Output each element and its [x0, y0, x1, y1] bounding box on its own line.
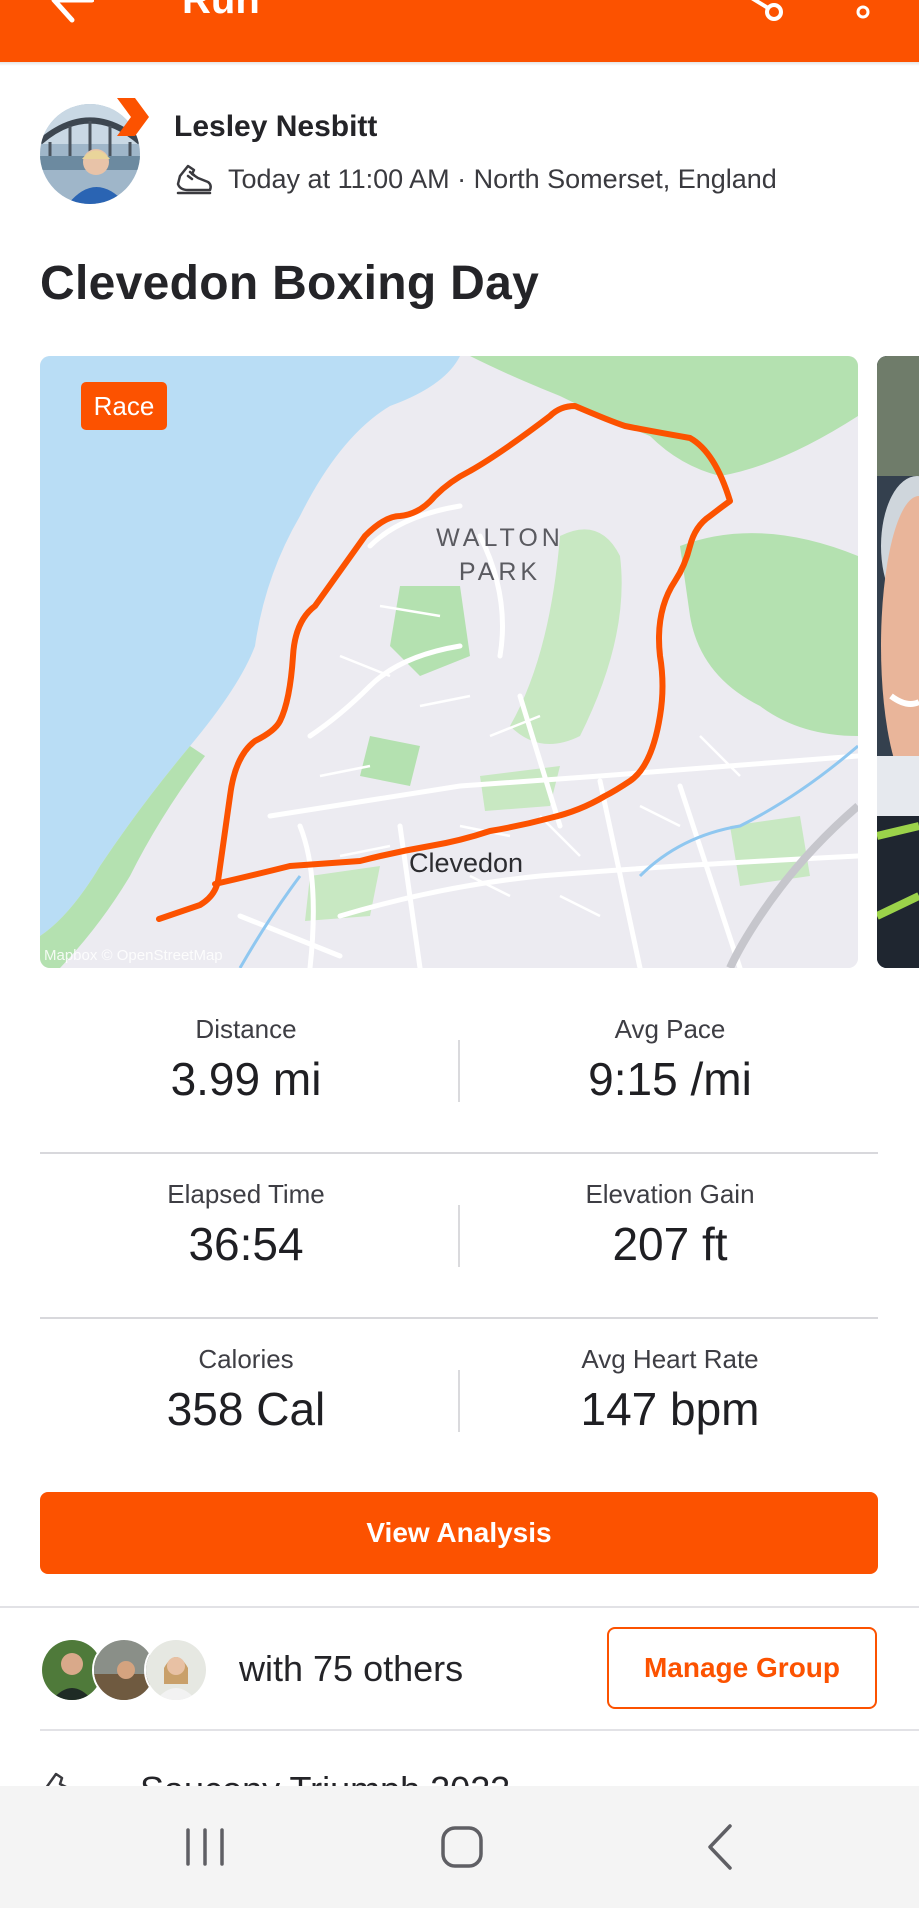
- activity-meta-text: Today at 11:00 AM · North Somerset, Engl…: [228, 164, 777, 194]
- group-member-avatar: [144, 1638, 208, 1702]
- back-icon[interactable]: [686, 1816, 756, 1878]
- photo-thumbnail-graphic: [877, 356, 919, 968]
- map-label-clevedon: Clevedon: [409, 848, 523, 878]
- more-vertical-icon[interactable]: [850, 0, 876, 22]
- view-analysis-button[interactable]: View Analysis: [40, 1492, 878, 1574]
- stat-value: 147 bpm: [580, 1383, 760, 1435]
- stat-row-divider: [40, 1152, 878, 1154]
- map-label-park: PARK: [459, 558, 541, 586]
- page-title: Run: [182, 0, 260, 22]
- activity-title: Clevedon Boxing Day: [40, 257, 540, 310]
- stat-avg-pace: Avg Pace 9:15 /mi: [460, 1013, 880, 1107]
- group-avatars[interactable]: [40, 1638, 210, 1702]
- map-label-walton: WALTON: [436, 524, 564, 552]
- stat-value: 358 Cal: [166, 1383, 326, 1435]
- stat-value: 36:54: [188, 1218, 304, 1270]
- recents-icon[interactable]: [170, 1816, 240, 1878]
- activity-meta: Today at 11:00 AM · North Somerset, Engl…: [174, 160, 777, 198]
- system-navigation-bar: [0, 1786, 919, 1908]
- top-app-bar: Run: [0, 0, 919, 62]
- arrow-left-icon[interactable]: [44, 0, 94, 32]
- athlete-avatar-container[interactable]: [40, 98, 149, 208]
- stat-label: Avg Pace: [614, 1014, 726, 1044]
- section-divider: [0, 1606, 919, 1608]
- stat-value: 9:15 /mi: [588, 1053, 752, 1105]
- stat-label: Elevation Gain: [585, 1179, 755, 1209]
- stat-elevation-gain: Elevation Gain 207 ft: [460, 1178, 880, 1272]
- stat-label: Distance: [195, 1014, 297, 1044]
- stat-label: Calories: [198, 1344, 294, 1374]
- stat-value: 207 ft: [612, 1218, 728, 1270]
- map-attribution: Mapbox © OpenStreetMap: [44, 947, 223, 964]
- stat-elapsed-time: Elapsed Time 36:54: [36, 1178, 456, 1272]
- strava-logo-icon: [117, 98, 149, 136]
- map-graphic: WALTON PARK Clevedon Mapbox © OpenStreet…: [40, 356, 858, 968]
- stat-calories: Calories 358 Cal: [36, 1343, 456, 1437]
- activity-photo-thumbnail[interactable]: [877, 356, 919, 968]
- race-badge: Race: [81, 382, 167, 430]
- app-bar-shadow: [0, 62, 919, 66]
- stat-label: Elapsed Time: [167, 1179, 325, 1209]
- stat-value: 3.99 mi: [170, 1053, 322, 1105]
- group-text[interactable]: with 75 others: [239, 1648, 463, 1690]
- section-divider: [40, 1729, 919, 1731]
- athlete-name[interactable]: Lesley Nesbitt: [174, 109, 377, 145]
- stat-avg-heart-rate: Avg Heart Rate 147 bpm: [460, 1343, 880, 1437]
- running-shoe-icon: [176, 164, 212, 195]
- stat-distance: Distance 3.99 mi: [36, 1013, 456, 1107]
- stat-label: Avg Heart Rate: [581, 1344, 759, 1374]
- route-map[interactable]: WALTON PARK Clevedon Mapbox © OpenStreet…: [40, 356, 858, 968]
- home-icon[interactable]: [427, 1816, 497, 1878]
- share-icon[interactable]: [724, 0, 786, 24]
- manage-group-button[interactable]: Manage Group: [607, 1627, 877, 1709]
- stat-row-divider: [40, 1317, 878, 1319]
